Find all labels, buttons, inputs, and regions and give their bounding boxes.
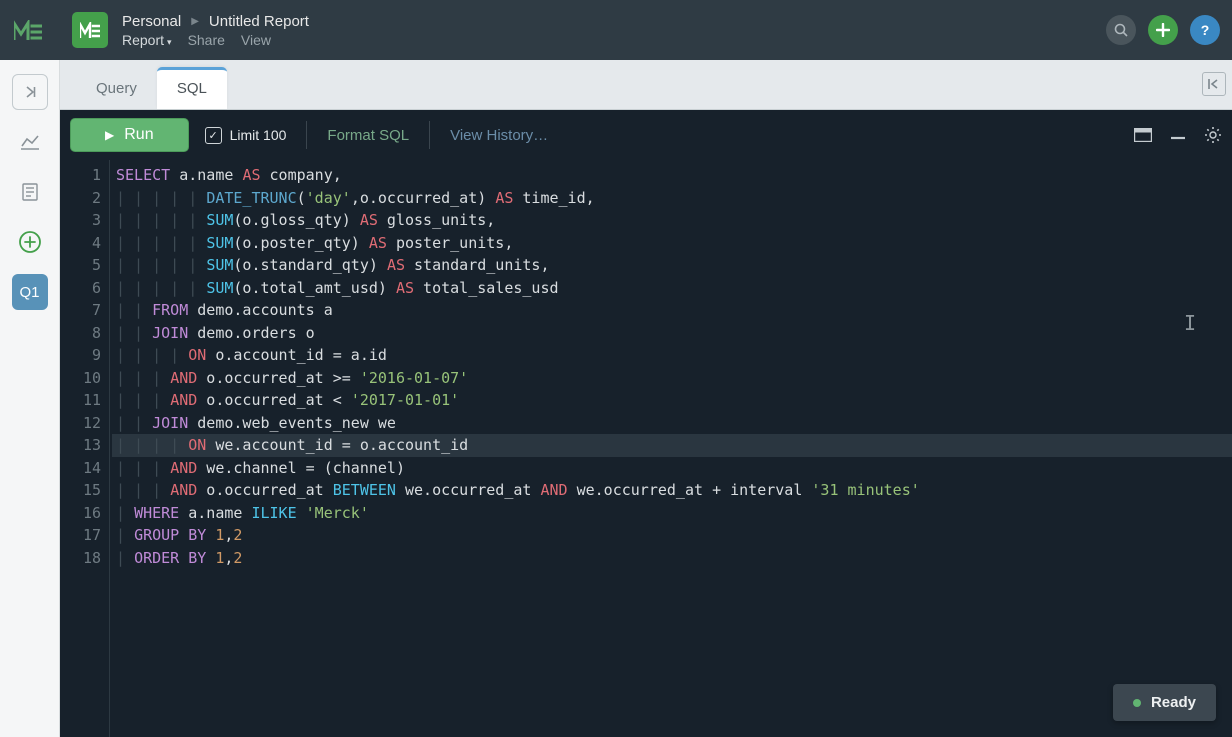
- minimize-icon: [1170, 130, 1186, 140]
- help-button[interactable]: ?: [1190, 15, 1220, 45]
- rail-add-button[interactable]: [12, 224, 48, 260]
- menu-share[interactable]: Share: [188, 32, 225, 48]
- chevron-right-icon: [23, 85, 37, 99]
- help-icon: ?: [1201, 22, 1210, 38]
- view-history-link[interactable]: View History…: [450, 127, 548, 144]
- code-line[interactable]: SELECT a.name AS company,: [112, 164, 1232, 187]
- code-line[interactable]: | | | AND o.occurred_at BETWEEN we.occur…: [112, 479, 1232, 502]
- top-header: Personal ▶ Untitled Report Report▾ Share…: [0, 0, 1232, 60]
- breadcrumb-workspace[interactable]: Personal: [122, 13, 181, 30]
- menu-report[interactable]: Report▾: [122, 32, 172, 48]
- gear-icon: [1204, 126, 1222, 144]
- play-icon: ▶: [105, 128, 114, 142]
- breadcrumb: Personal ▶ Untitled Report Report▾ Share…: [122, 13, 309, 48]
- divider: [429, 121, 430, 149]
- plus-icon: [1156, 23, 1170, 37]
- rail-expand-button[interactable]: [12, 74, 48, 110]
- brand-logo-icon[interactable]: [12, 14, 44, 46]
- add-button[interactable]: [1148, 15, 1178, 45]
- code-line[interactable]: | | | | ON o.account_id = a.id: [112, 344, 1232, 367]
- run-button[interactable]: ▶ Run: [70, 118, 189, 152]
- chevron-left-icon: [1208, 78, 1220, 90]
- caret-down-icon: ▾: [167, 37, 172, 47]
- run-button-label: Run: [124, 126, 153, 144]
- layout-button[interactable]: [1134, 128, 1152, 142]
- settings-button[interactable]: [1204, 126, 1222, 144]
- editor-code-area[interactable]: I SELECT a.name AS company,| | | | | DAT…: [110, 160, 1232, 737]
- sql-editor[interactable]: 123456789101112131415161718 I SELECT a.n…: [60, 160, 1232, 737]
- chevron-right-icon: ▶: [191, 16, 199, 27]
- chart-icon: [21, 134, 39, 150]
- tabs-bar: Query SQL: [60, 60, 1232, 110]
- rail-query-q1[interactable]: Q1: [12, 274, 48, 310]
- notes-icon: [22, 183, 38, 201]
- code-line[interactable]: | GROUP BY 1,2: [112, 524, 1232, 547]
- search-icon: [1114, 23, 1128, 37]
- limit-label: Limit 100: [230, 127, 287, 143]
- code-line[interactable]: | | JOIN demo.orders o: [112, 322, 1232, 345]
- code-line[interactable]: | WHERE a.name ILIKE 'Merck': [112, 502, 1232, 525]
- code-line[interactable]: | | | AND o.occurred_at < '2017-01-01': [112, 389, 1232, 412]
- format-sql-link[interactable]: Format SQL: [327, 127, 409, 144]
- menu-view[interactable]: View: [241, 32, 271, 48]
- tab-query[interactable]: Query: [76, 70, 157, 109]
- status-label: Ready: [1151, 694, 1196, 711]
- divider: [306, 121, 307, 149]
- code-line[interactable]: | | | AND we.channel = (channel): [112, 457, 1232, 480]
- left-rail: Q1: [0, 60, 60, 737]
- search-button[interactable]: [1106, 15, 1136, 45]
- checkbox-checked-icon: ✓: [205, 127, 222, 144]
- tab-sql[interactable]: SQL: [157, 67, 227, 109]
- code-line[interactable]: | | | | | SUM(o.poster_qty) AS poster_un…: [112, 232, 1232, 255]
- rail-notes-button[interactable]: [12, 174, 48, 210]
- rail-chart-button[interactable]: [12, 124, 48, 160]
- code-line[interactable]: | | | | | SUM(o.standard_qty) AS standar…: [112, 254, 1232, 277]
- editor-gutter: 123456789101112131415161718: [60, 160, 110, 737]
- code-line[interactable]: | | | | ON we.account_id = o.account_id: [112, 434, 1232, 457]
- plus-circle-icon: [18, 230, 42, 254]
- code-line[interactable]: | | | AND o.occurred_at >= '2016-01-07': [112, 367, 1232, 390]
- code-line[interactable]: | | JOIN demo.web_events_new we: [112, 412, 1232, 435]
- status-badge: Ready: [1113, 684, 1216, 721]
- limit-checkbox-wrap[interactable]: ✓ Limit 100: [205, 127, 287, 144]
- editor-toolbar: ▶ Run ✓ Limit 100 Format SQL View Histor…: [60, 110, 1232, 160]
- minimize-button[interactable]: [1170, 130, 1186, 140]
- breadcrumb-title[interactable]: Untitled Report: [209, 13, 309, 30]
- collapse-right-panel-button[interactable]: [1202, 72, 1226, 96]
- workspace-avatar[interactable]: [72, 12, 108, 48]
- code-line[interactable]: | | | | | DATE_TRUNC('day',o.occurred_at…: [112, 187, 1232, 210]
- code-line[interactable]: | | | | | SUM(o.gloss_qty) AS gloss_unit…: [112, 209, 1232, 232]
- status-dot-icon: [1133, 699, 1141, 707]
- layout-icon: [1134, 128, 1152, 142]
- code-line[interactable]: | | FROM demo.accounts a: [112, 299, 1232, 322]
- code-line[interactable]: | | | | | SUM(o.total_amt_usd) AS total_…: [112, 277, 1232, 300]
- code-line[interactable]: | ORDER BY 1,2: [112, 547, 1232, 570]
